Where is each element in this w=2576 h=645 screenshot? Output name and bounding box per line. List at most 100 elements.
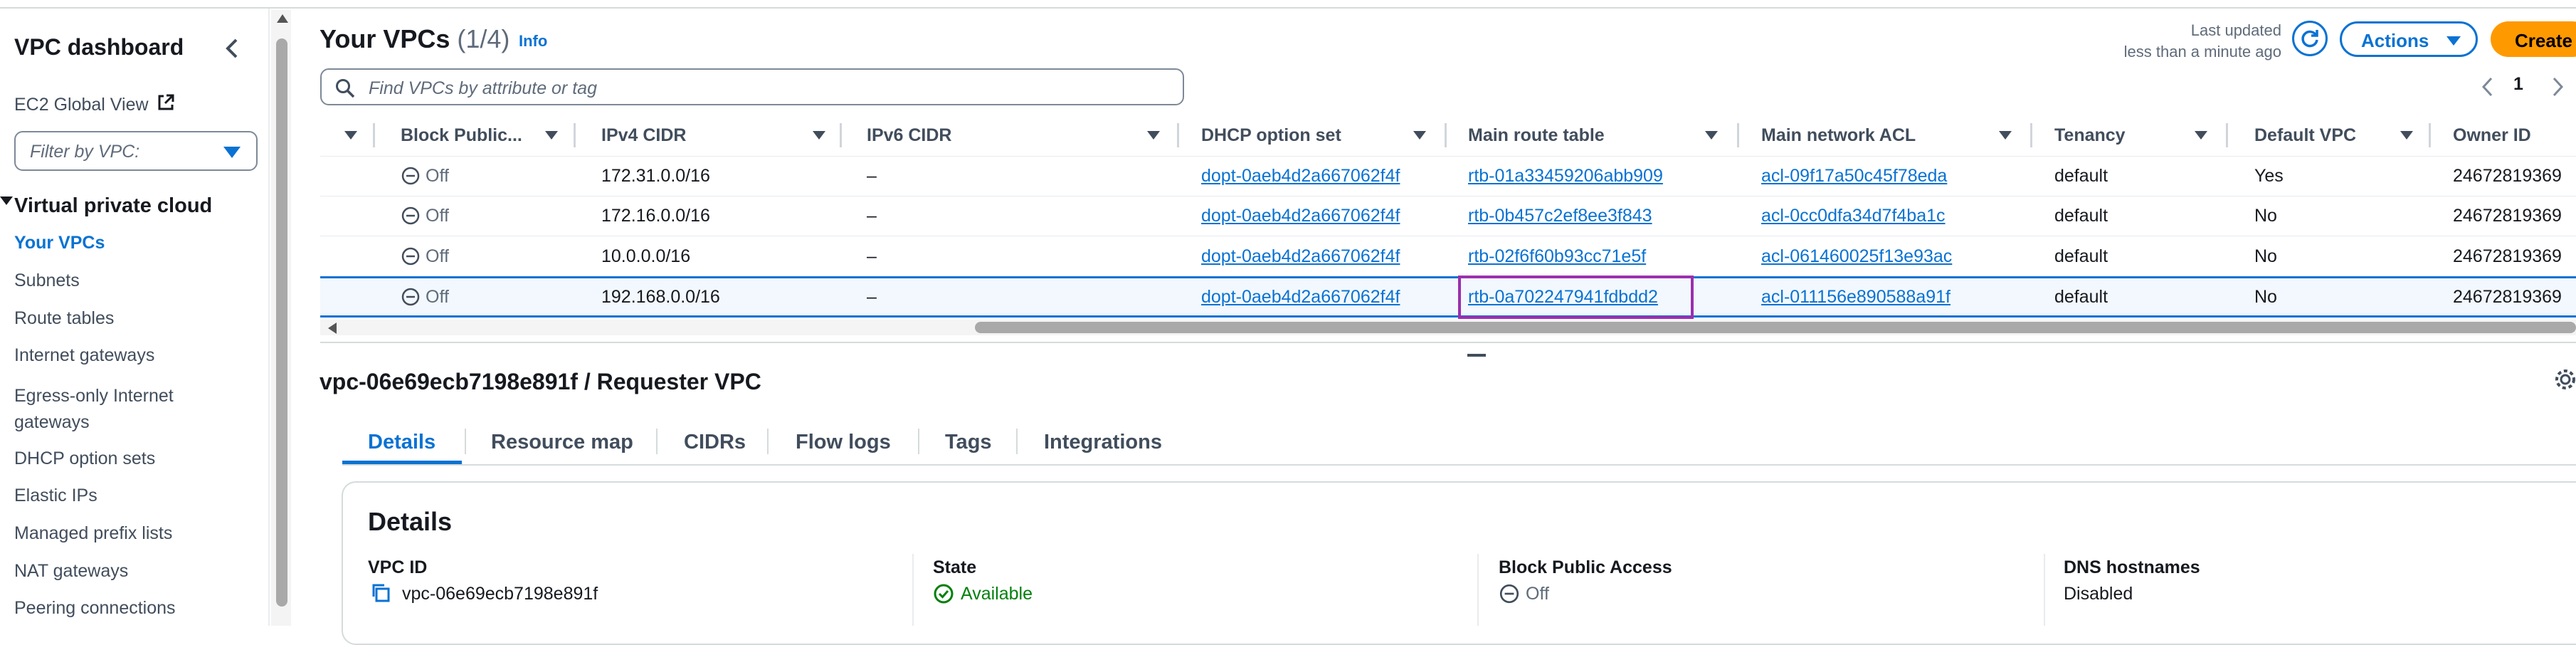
- tab-details[interactable]: Details: [368, 431, 436, 454]
- scroll-left-arrow-icon[interactable]: [328, 322, 337, 334]
- table-scroll-thumb[interactable]: [975, 322, 2576, 333]
- tab-flow-logs[interactable]: Flow logs: [796, 431, 891, 454]
- vpc-search-input[interactable]: Find VPCs by attribute or tag: [320, 68, 1184, 105]
- column-separator[interactable]: [2226, 123, 2228, 147]
- actions-label: Actions: [2361, 30, 2429, 51]
- column-header-ipv4-cidr[interactable]: IPv4 CIDR: [601, 125, 686, 146]
- column-separator[interactable]: [1177, 123, 1179, 147]
- column-separator[interactable]: [1445, 123, 1447, 147]
- dhcp-option-set-link[interactable]: dopt-0aeb4d2a667062f4f: [1201, 287, 1400, 308]
- column-header-tenancy[interactable]: Tenancy: [2054, 125, 2126, 146]
- copy-icon[interactable]: [370, 582, 391, 607]
- main-route-table-link[interactable]: rtb-01a33459206abb909: [1468, 166, 1663, 187]
- sidebar-item-egress-only-internet-gateways[interactable]: Egress-only Internet gateways: [14, 383, 221, 436]
- create-vpc-button[interactable]: Create: [2491, 21, 2576, 57]
- sort-caret-icon[interactable]: [1147, 131, 1160, 140]
- block-public-value: Off: [426, 287, 449, 307]
- vpc-id-value: vpc-06e69ecb7198e891f: [402, 584, 598, 604]
- settings-gear-icon[interactable]: [2553, 367, 2576, 395]
- main-network-acl-link[interactable]: acl-011156e890588a91f: [1761, 287, 1951, 308]
- sort-caret-icon[interactable]: [2195, 131, 2207, 140]
- search-icon: [334, 78, 356, 103]
- column-divider: [2044, 554, 2045, 626]
- column-separator[interactable]: [2429, 123, 2431, 147]
- sort-caret-icon[interactable]: [344, 131, 357, 140]
- block-public-value: Off: [426, 166, 449, 186]
- column-header-default-vpc[interactable]: Default VPC: [2254, 125, 2356, 146]
- dns-hostnames-value: Disabled: [2064, 584, 2133, 604]
- dhcp-option-set-link[interactable]: dopt-0aeb4d2a667062f4f: [1201, 206, 1400, 226]
- tab-separator: [918, 429, 919, 454]
- main-route-table-link[interactable]: rtb-0b457c2ef8ee3f843: [1468, 206, 1652, 226]
- sidebar-item-nat-gateways[interactable]: NAT gateways: [14, 561, 128, 582]
- sort-caret-icon[interactable]: [813, 131, 825, 140]
- tab-integrations[interactable]: Integrations: [1044, 431, 1162, 454]
- sidebar-item-managed-prefix-lists[interactable]: Managed prefix lists: [14, 523, 172, 544]
- tab-tags[interactable]: Tags: [945, 431, 992, 454]
- actions-button[interactable]: Actions: [2340, 21, 2478, 57]
- main-route-table-link[interactable]: rtb-02f6f60b93cc71e5f: [1468, 246, 1646, 267]
- top-strip: [0, 0, 2576, 9]
- chevron-right-icon[interactable]: [2548, 74, 2567, 103]
- chevron-left-icon[interactable]: [2478, 74, 2498, 103]
- sidebar-item-dhcp-option-sets[interactable]: DHCP option sets: [14, 449, 155, 469]
- default-vpc-value: Yes: [2254, 166, 2284, 186]
- column-separator[interactable]: [373, 123, 375, 147]
- last-updated-label: Last updated: [2190, 21, 2281, 39]
- tab-separator: [767, 429, 769, 454]
- dhcp-option-set-link[interactable]: dopt-0aeb4d2a667062f4f: [1201, 246, 1400, 267]
- sidebar-item-peering-connections[interactable]: Peering connections: [14, 598, 176, 619]
- state-label: State: [933, 557, 977, 577]
- column-header-main-network-acl[interactable]: Main network ACL: [1761, 125, 1916, 146]
- sort-caret-icon[interactable]: [1413, 131, 1426, 140]
- check-circle-icon: [933, 583, 954, 608]
- tenancy-value: default: [2054, 206, 2108, 226]
- column-separator[interactable]: [574, 123, 576, 147]
- collapse-chevron-icon[interactable]: [221, 34, 245, 63]
- owner-id-value: 24672819369: [2453, 206, 2562, 226]
- vpc-filter-select[interactable]: Filter by VPC:: [14, 131, 258, 171]
- split-panel-drag-handle[interactable]: [1467, 354, 1486, 357]
- column-header-ipv6-cidr[interactable]: IPv6 CIDR: [867, 125, 951, 146]
- tabs-bottom-border: [342, 464, 2576, 466]
- dns-hostnames-label: DNS hostnames: [2064, 557, 2200, 577]
- ipv6-cidr-value: –: [867, 166, 877, 186]
- column-separator[interactable]: [1737, 123, 1739, 147]
- tab-cidrs[interactable]: CIDRs: [684, 431, 746, 454]
- main-route-table-link[interactable]: rtb-0a702247941fdbdd2: [1468, 287, 1658, 308]
- sidebar-item-route-tables[interactable]: Route tables: [14, 308, 114, 329]
- column-header-block-public[interactable]: Block Public...: [401, 125, 522, 146]
- expand-caret-icon[interactable]: [0, 196, 13, 205]
- scroll-up-arrow-icon[interactable]: [277, 14, 288, 23]
- sidebar-item-subnets[interactable]: Subnets: [14, 271, 80, 291]
- sidebar-item-elastic-ips[interactable]: Elastic IPs: [14, 486, 97, 506]
- page-number[interactable]: 1: [2513, 74, 2523, 95]
- sort-caret-icon[interactable]: [1999, 131, 2012, 140]
- page-title: Your VPCs (1/4): [320, 24, 510, 54]
- tab-resource-map[interactable]: Resource map: [491, 431, 633, 454]
- details-card: [342, 481, 2576, 645]
- ec2-global-view-link[interactable]: EC2 Global View: [14, 93, 176, 117]
- dhcp-option-set-link[interactable]: dopt-0aeb4d2a667062f4f: [1201, 166, 1400, 187]
- refresh-button[interactable]: [2292, 21, 2328, 56]
- column-header-main-route-table[interactable]: Main route table: [1468, 125, 1605, 146]
- sidebar-scroll-thumb[interactable]: [276, 38, 287, 607]
- sort-caret-icon[interactable]: [1705, 131, 1718, 140]
- sort-caret-icon[interactable]: [2400, 131, 2413, 140]
- tab-separator: [656, 429, 658, 454]
- sort-caret-icon[interactable]: [545, 131, 558, 140]
- column-header-dhcp-option-set[interactable]: DHCP option set: [1201, 125, 1341, 146]
- column-separator[interactable]: [2030, 123, 2032, 147]
- main-network-acl-link[interactable]: acl-09f17a50c45f78eda: [1761, 166, 1947, 187]
- info-link[interactable]: Info: [519, 32, 547, 51]
- sidebar-item-your-vpcs[interactable]: Your VPCs: [14, 233, 105, 253]
- tab-separator: [1016, 429, 1018, 454]
- block-public-access-label: Block Public Access: [1499, 557, 1672, 577]
- main-network-acl-link[interactable]: acl-061460025f13e93ac: [1761, 246, 1952, 267]
- minus-circle-icon: [401, 166, 421, 189]
- sidebar-item-internet-gateways[interactable]: Internet gateways: [14, 345, 154, 366]
- column-header-owner-id[interactable]: Owner ID: [2453, 125, 2531, 146]
- block-public-value: Off: [426, 206, 449, 226]
- column-separator[interactable]: [840, 123, 842, 147]
- main-network-acl-link[interactable]: acl-0cc0dfa34d7f4ba1c: [1761, 206, 1946, 226]
